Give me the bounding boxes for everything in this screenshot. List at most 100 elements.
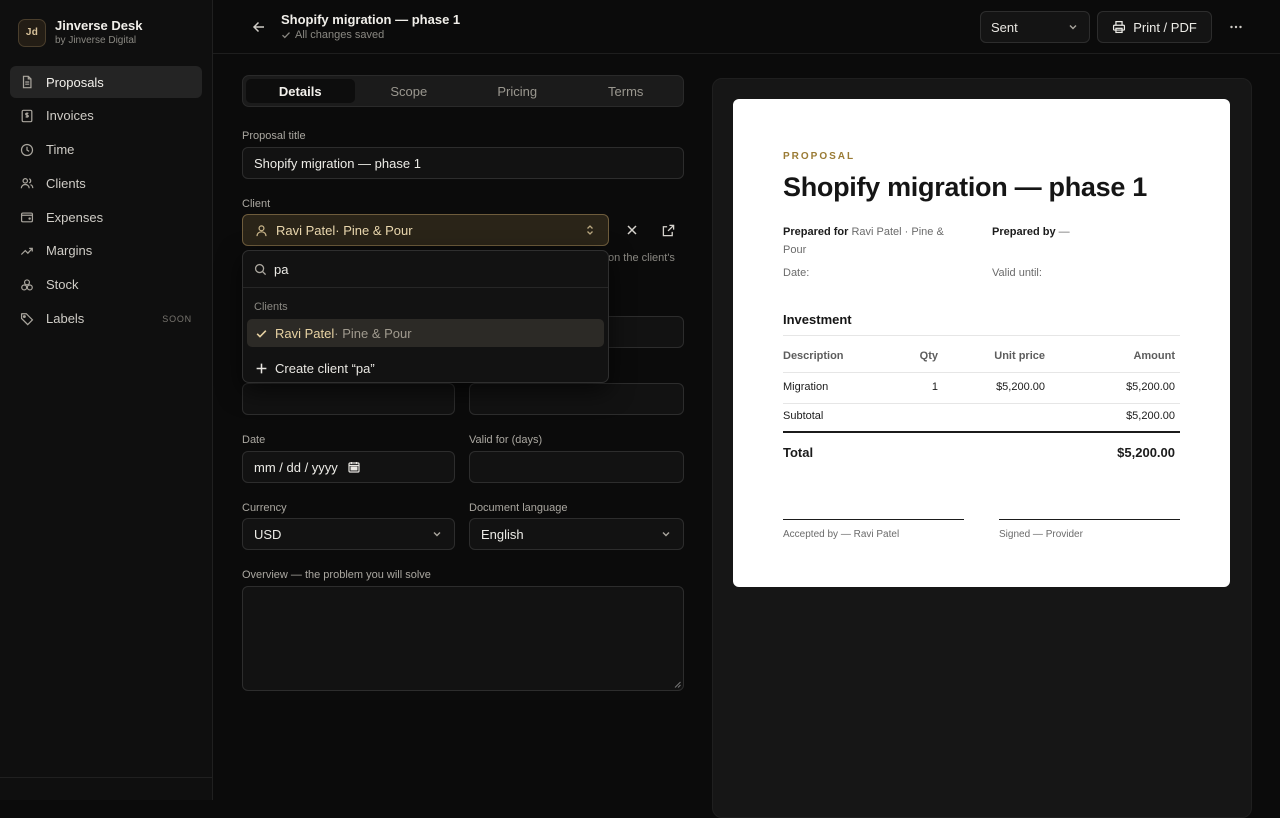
soon-badge: SOON xyxy=(162,313,192,324)
document-language-label: Document language xyxy=(469,502,568,514)
col-qty: Qty xyxy=(919,350,938,362)
client-company: · Pine & Pour xyxy=(335,222,413,238)
date-label: Date xyxy=(242,434,266,446)
client-option[interactable]: Ravi Patel · Pine & Pour xyxy=(247,319,604,347)
client-select[interactable]: Ravi Patel · Pine & Pour xyxy=(242,214,609,246)
sidebar-item-label: Margins xyxy=(46,243,93,259)
status-value: Sent xyxy=(991,19,1018,35)
col-description: Description xyxy=(783,350,844,362)
prepared-by-value: — xyxy=(1058,226,1070,238)
clock-icon xyxy=(20,143,34,156)
top-bar: Shopify migration — phase 1 All changes … xyxy=(213,0,1280,54)
proposal-title-value: Shopify migration — phase 1 xyxy=(254,155,421,171)
row-qty: 1 xyxy=(931,381,938,393)
plus-icon xyxy=(256,363,267,373)
arrow-left-icon xyxy=(252,21,264,33)
users-icon xyxy=(20,178,34,189)
currency-label: Currency xyxy=(242,502,287,514)
preview-eyebrow: PROPOSAL xyxy=(783,151,856,162)
overview-textarea[interactable] xyxy=(242,586,684,691)
sidebar-item-label: Invoices xyxy=(46,108,94,124)
col-unit-price: Unit price xyxy=(994,350,1045,362)
sidebar-item-label: Time xyxy=(46,142,75,158)
sidebar-item-labels[interactable]: Labels SOON xyxy=(10,303,202,335)
print-pdf-button[interactable]: Print / PDF xyxy=(1097,11,1212,43)
prepared-by-label: Prepared by xyxy=(992,226,1056,238)
clear-client-button[interactable] xyxy=(621,219,643,241)
sidebar-item-stock[interactable]: Stock xyxy=(10,269,202,301)
client-option-company: · Pine & Pour xyxy=(334,325,412,341)
tab-details[interactable]: Details xyxy=(246,79,355,103)
brand-name: Jinverse Desk xyxy=(55,18,143,33)
status-select[interactable]: Sent xyxy=(980,11,1090,43)
printer-icon xyxy=(1113,20,1126,34)
sidebar-item-invoices[interactable]: Invoices xyxy=(10,100,202,132)
sidebar-item-expenses[interactable]: Expenses xyxy=(10,201,202,233)
proposal-title-input[interactable]: Shopify migration — phase 1 xyxy=(242,147,684,179)
valid-for-label: Valid for (days) xyxy=(469,434,543,446)
client-search-input[interactable]: pa xyxy=(243,251,608,288)
trend-up-icon xyxy=(20,247,33,255)
open-client-button[interactable] xyxy=(657,219,679,241)
chevron-down-icon xyxy=(1069,25,1077,30)
sidebar-item-label: Proposals xyxy=(46,74,104,90)
signed-label: Signed — Provider xyxy=(999,529,1083,540)
col-amount: Amount xyxy=(1133,350,1175,362)
print-pdf-label: Print / PDF xyxy=(1133,19,1197,35)
chevron-updown-icon xyxy=(587,225,593,235)
signature-line-client xyxy=(783,519,964,520)
subtotal-value: $5,200.00 xyxy=(1126,410,1175,422)
receipt-icon xyxy=(21,109,33,123)
date-input[interactable]: mm / dd / yyyy xyxy=(242,451,455,483)
document-language-select[interactable]: English xyxy=(469,518,684,550)
brand-subtitle: by Jinverse Digital xyxy=(55,35,137,46)
calendar-icon[interactable] xyxy=(348,461,360,473)
sidebar-item-time[interactable]: Time xyxy=(10,134,202,166)
check-icon xyxy=(256,329,267,338)
save-status: All changes saved xyxy=(281,29,384,41)
brand-logo: Jd xyxy=(18,18,46,47)
tag-icon xyxy=(20,312,34,326)
page-title: Shopify migration — phase 1 xyxy=(281,12,461,27)
client-option-name: Ravi Patel xyxy=(275,325,335,341)
back-button[interactable] xyxy=(250,18,268,36)
sidebar-item-margins[interactable]: Margins xyxy=(10,235,202,267)
client-name: Ravi Patel xyxy=(276,222,336,238)
file-icon xyxy=(22,75,32,89)
create-client-option[interactable]: Create client “pa” xyxy=(247,354,604,382)
create-client-label: Create client “pa” xyxy=(275,360,375,376)
accepted-by-label: Accepted by — Ravi Patel xyxy=(783,529,900,540)
contact-field-left[interactable] xyxy=(242,383,455,415)
valid-for-input[interactable] xyxy=(469,451,684,483)
row-amount: $5,200.00 xyxy=(1126,381,1175,393)
brand[interactable]: Jd Jinverse Desk by Jinverse Digital xyxy=(18,18,142,47)
client-label: Client xyxy=(242,198,271,210)
dropdown-group-label: Clients xyxy=(254,300,288,313)
proposal-title-label: Proposal title xyxy=(242,130,306,142)
sidebar-item-clients[interactable]: Clients xyxy=(10,167,202,199)
row-description: Migration xyxy=(783,381,829,393)
divider xyxy=(783,403,1180,404)
user-icon xyxy=(256,224,267,236)
sidebar-item-label: Labels xyxy=(46,311,85,327)
resize-grip-icon[interactable] xyxy=(674,681,681,688)
tab-terms[interactable]: Terms xyxy=(572,79,681,103)
client-search-value: pa xyxy=(274,261,289,277)
tab-pricing[interactable]: Pricing xyxy=(463,79,572,103)
sidebar-item-proposals[interactable]: Proposals xyxy=(10,66,202,98)
date-placeholder: mm / dd / yyyy xyxy=(254,459,338,475)
contact-field-right[interactable] xyxy=(469,383,684,415)
sidebar-nav: Proposals Invoices Time Clients Expenses… xyxy=(10,66,202,336)
sidebar-item-label: Expenses xyxy=(46,209,104,225)
row-unit-price: $5,200.00 xyxy=(996,381,1045,393)
preview-title: Shopify migration — phase 1 xyxy=(783,172,1147,202)
sidebar-item-label: Clients xyxy=(46,175,86,191)
preview-date-label: Date: xyxy=(783,267,810,279)
currency-select[interactable]: USD xyxy=(242,518,455,550)
subtotal-label: Subtotal xyxy=(783,410,824,422)
investment-heading: Investment xyxy=(783,312,852,327)
check-icon xyxy=(282,32,290,39)
tab-scope[interactable]: Scope xyxy=(355,79,464,103)
proposal-preview: PROPOSAL Shopify migration — phase 1 Pre… xyxy=(733,99,1230,587)
more-options-button[interactable] xyxy=(1225,16,1247,38)
